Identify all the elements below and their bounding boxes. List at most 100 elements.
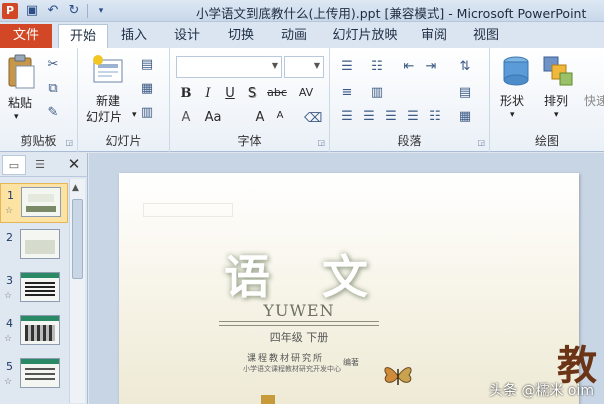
new-slide-icon[interactable] bbox=[92, 54, 126, 88]
font-name-combo[interactable]: ▼ bbox=[176, 56, 282, 78]
paste-dropdown-icon[interactable]: ▾ bbox=[14, 112, 19, 122]
align-center-icon[interactable]: ☰ bbox=[360, 108, 378, 126]
tab-file[interactable]: 文件 bbox=[0, 24, 52, 48]
slide-publisher-sub[interactable]: 小学语文课程教材研究开发中心 bbox=[243, 364, 341, 374]
arrange-icon[interactable] bbox=[542, 54, 574, 88]
shapes-icon[interactable] bbox=[500, 54, 532, 88]
font-size-combo[interactable]: ▼ bbox=[284, 56, 324, 78]
slide-canvas[interactable]: 语 文 YUWEN 四年级 下册 课程教材研究所 小学语文课程教材研究开发中心 … bbox=[119, 173, 579, 404]
columns-icon[interactable]: ▥ bbox=[368, 84, 386, 102]
slide-title[interactable]: 语 文 bbox=[224, 241, 386, 307]
title-rule bbox=[219, 321, 379, 322]
slide-grade[interactable]: 四年级 下册 bbox=[219, 329, 379, 345]
tab-design[interactable]: 设计 bbox=[165, 24, 209, 48]
tab-animations[interactable]: 动画 bbox=[272, 24, 316, 48]
align-text-icon[interactable]: ▤ bbox=[456, 84, 474, 102]
shapes-dropdown-icon[interactable]: ▾ bbox=[510, 110, 515, 120]
copy-icon[interactable]: ⧉ bbox=[44, 80, 62, 98]
text-direction-icon[interactable]: ⇅ bbox=[456, 58, 474, 76]
outline-tab-icon[interactable]: ☰ bbox=[28, 155, 52, 175]
slide-publisher[interactable]: 课程教材研究所 bbox=[247, 351, 324, 364]
panel-scrollbar[interactable]: ▲ bbox=[69, 179, 85, 403]
new-slide-label[interactable]: 新建 bbox=[96, 92, 120, 109]
grow-font-button[interactable]: A bbox=[250, 110, 270, 125]
title-bar: P ▣ ↶ ↻ ▾ 小学语文到底教什么(上传用).ppt [兼容模式] - Mi… bbox=[0, 0, 604, 22]
char-spacing-button[interactable]: AV bbox=[294, 86, 318, 99]
slide-thumbnail-row[interactable]: 4 ☆ bbox=[0, 312, 68, 352]
smartart-icon[interactable]: ▦ bbox=[456, 108, 474, 126]
increase-indent-icon[interactable]: ⇥ bbox=[422, 58, 440, 76]
tab-transitions[interactable]: 切换 bbox=[219, 24, 263, 48]
cut-icon[interactable]: ✂ bbox=[44, 56, 62, 74]
slide-thumbnail[interactable] bbox=[20, 315, 60, 345]
shadow-button[interactable]: S bbox=[242, 86, 262, 101]
arrange-label[interactable]: 排列 bbox=[544, 92, 568, 109]
slides-tab-icon[interactable]: ▭ bbox=[2, 155, 26, 175]
bold-button[interactable]: B bbox=[176, 86, 196, 101]
slide-thumbnail-row[interactable]: 5 ☆ bbox=[0, 355, 68, 395]
new-slide-label-2[interactable]: 幻灯片 bbox=[86, 108, 122, 125]
clipboard-group: 粘贴 ▾ ✂ ⧉ ✎ 剪贴板 ◲ bbox=[0, 48, 78, 152]
italic-button[interactable]: I bbox=[198, 86, 218, 101]
slide-thumbnail-row[interactable]: 3 ☆ bbox=[0, 269, 68, 309]
paragraph-group: ☰ ☷ ⇤ ⇥ ⇅ ≡ ▥ ▤ ☰ ☰ ☰ ☰ ☷ ▦ 段落 ◲ bbox=[330, 48, 490, 152]
font-launcher-icon[interactable]: ◲ bbox=[317, 138, 325, 147]
strikethrough-button[interactable]: abc bbox=[264, 86, 290, 99]
animation-star-icon: ☆ bbox=[4, 377, 13, 387]
change-case-button[interactable]: Aa bbox=[200, 110, 226, 125]
shapes-label[interactable]: 形状 bbox=[500, 92, 524, 109]
slide-thumbnail-row[interactable]: 1 ☆ bbox=[0, 183, 68, 223]
new-slide-dropdown-icon[interactable]: ▾ bbox=[132, 110, 137, 120]
undo-icon[interactable]: ↶ bbox=[45, 3, 61, 19]
save-icon[interactable]: ▣ bbox=[24, 3, 40, 19]
clipboard-launcher-icon[interactable]: ◲ bbox=[65, 138, 73, 147]
font-color-button[interactable]: A bbox=[176, 110, 196, 125]
slide-thumbnail-row[interactable]: 2 bbox=[0, 226, 68, 266]
slide-editing-area: 语 文 YUWEN 四年级 下册 课程教材研究所 小学语文课程教材研究开发中心 … bbox=[89, 153, 604, 404]
quick-access-toolbar: ▣ ↶ ↻ ▾ bbox=[24, 3, 109, 19]
justify-icon[interactable]: ☰ bbox=[404, 108, 422, 126]
paragraph-group-label: 段落 bbox=[397, 134, 422, 148]
tab-review[interactable]: 审阅 bbox=[412, 24, 456, 48]
redo-icon[interactable]: ↻ bbox=[66, 3, 82, 19]
distributed-icon[interactable]: ☷ bbox=[426, 108, 444, 126]
tab-home[interactable]: 开始 bbox=[58, 24, 108, 49]
scroll-up-icon[interactable]: ▲ bbox=[72, 183, 79, 193]
slide-thumbnail[interactable] bbox=[20, 272, 60, 302]
scroll-thumb[interactable] bbox=[72, 199, 83, 279]
qat-separator bbox=[87, 4, 88, 18]
slide-pinyin[interactable]: YUWEN bbox=[219, 301, 379, 320]
decrease-indent-icon[interactable]: ⇤ bbox=[400, 58, 418, 76]
underline-button[interactable]: U bbox=[220, 86, 240, 101]
layout-icon[interactable]: ▤ bbox=[138, 56, 156, 74]
format-painter-icon[interactable]: ✎ bbox=[44, 104, 62, 122]
powerpoint-logo-icon[interactable]: P bbox=[2, 3, 18, 19]
bullets-icon[interactable]: ☰ bbox=[338, 58, 356, 76]
quick-styles-label[interactable]: 快速 bbox=[584, 92, 604, 109]
paste-label[interactable]: 粘贴 bbox=[8, 94, 32, 111]
clear-format-icon[interactable]: ⌫ bbox=[304, 110, 322, 128]
panel-tabs: ▭ ☰ ✕ bbox=[0, 153, 88, 177]
slide-number: 3 bbox=[6, 274, 13, 287]
slide-editor[interactable]: 编著 bbox=[343, 357, 359, 368]
tab-insert[interactable]: 插入 bbox=[112, 24, 156, 48]
align-right-icon[interactable]: ☰ bbox=[382, 108, 400, 126]
animation-star-icon: ☆ bbox=[4, 291, 13, 301]
slide-thumbnail[interactable] bbox=[21, 187, 61, 217]
tab-slideshow[interactable]: 幻灯片放映 bbox=[326, 24, 404, 48]
slide-thumbnail[interactable] bbox=[20, 358, 60, 388]
close-panel-icon[interactable]: ✕ bbox=[66, 155, 82, 173]
section-icon[interactable]: ▥ bbox=[138, 104, 156, 122]
align-left-icon[interactable]: ☰ bbox=[338, 108, 356, 126]
paragraph-launcher-icon[interactable]: ◲ bbox=[477, 138, 485, 147]
shrink-font-button[interactable]: A bbox=[270, 110, 290, 121]
paste-icon[interactable] bbox=[6, 54, 36, 90]
reset-icon[interactable]: ▦ bbox=[138, 80, 156, 98]
tab-view[interactable]: 视图 bbox=[464, 24, 508, 48]
customize-qat-icon[interactable]: ▾ bbox=[93, 3, 109, 19]
arrange-dropdown-icon[interactable]: ▾ bbox=[554, 110, 559, 120]
slide-thumbnail[interactable] bbox=[20, 229, 60, 259]
line-spacing-icon[interactable]: ≡ bbox=[338, 84, 356, 102]
drawing-group: 形状 ▾ 排列 ▾ 快速 绘图 bbox=[490, 48, 604, 152]
numbering-icon[interactable]: ☷ bbox=[368, 58, 386, 76]
